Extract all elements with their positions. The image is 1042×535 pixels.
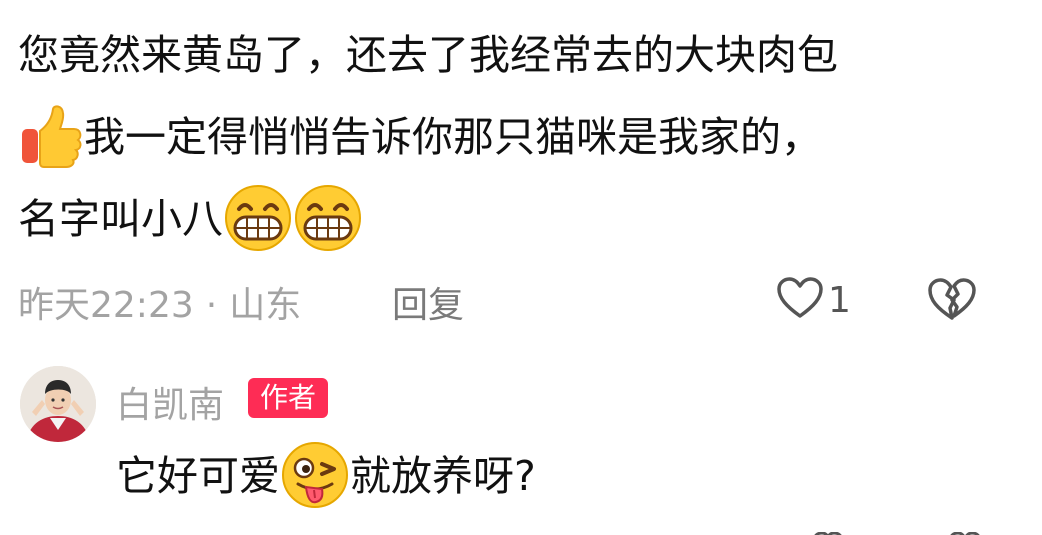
- author-name[interactable]: 白凯南: [116, 376, 224, 428]
- grinning-emoji-icon: [293, 183, 363, 253]
- comment-line-text: 我一定得悄悄告诉你那只猫咪是我家的，: [84, 113, 822, 161]
- comment-location: 山东: [229, 285, 302, 326]
- author-avatar[interactable]: [20, 366, 96, 442]
- reply-button[interactable]: 回复: [392, 276, 464, 328]
- comment-line: 您竟然来黄岛了，还去了我经常去的大块肉包: [18, 14, 1018, 96]
- comment-line-text: 名字叫小八: [18, 195, 223, 243]
- comment-line-text: 您竟然来黄岛了，还去了我经常去的大块肉包: [18, 31, 838, 79]
- reply-text-part: 它好可爱: [116, 452, 280, 500]
- grinning-emoji-icon: [223, 183, 293, 253]
- comment-body: 您竟然来黄岛了，还去了我经常去的大块肉包 我一定得悄悄告诉你那只猫咪是我家的， …: [18, 14, 1018, 260]
- like-button[interactable]: 1: [776, 276, 851, 324]
- comment-line: 名字叫小八: [18, 178, 1018, 260]
- meta-separator: ·: [205, 285, 218, 326]
- comment-time: 昨天22:23: [18, 285, 194, 326]
- winking-tongue-emoji-icon: [280, 440, 350, 510]
- heart-icon: [776, 276, 824, 324]
- comment-line: 我一定得悄悄告诉你那只猫咪是我家的，: [18, 96, 1018, 178]
- author-reply-text: 它好可爱 就放养呀?: [116, 436, 536, 516]
- author-badge: 作者: [248, 378, 329, 418]
- reply-text-part: 就放养呀?: [350, 452, 536, 500]
- comment-thread: 您竟然来黄岛了，还去了我经常去的大块肉包 我一定得悄悄告诉你那只猫咪是我家的， …: [0, 0, 1042, 535]
- comment-meta: 昨天22:23 · 山东: [18, 276, 301, 328]
- like-count: 1: [828, 279, 851, 321]
- cropped-action-icons: [800, 526, 1000, 535]
- thumbs-up-emoji-icon: [18, 103, 84, 169]
- dislike-button[interactable]: [926, 276, 978, 326]
- broken-heart-icon: [926, 278, 978, 326]
